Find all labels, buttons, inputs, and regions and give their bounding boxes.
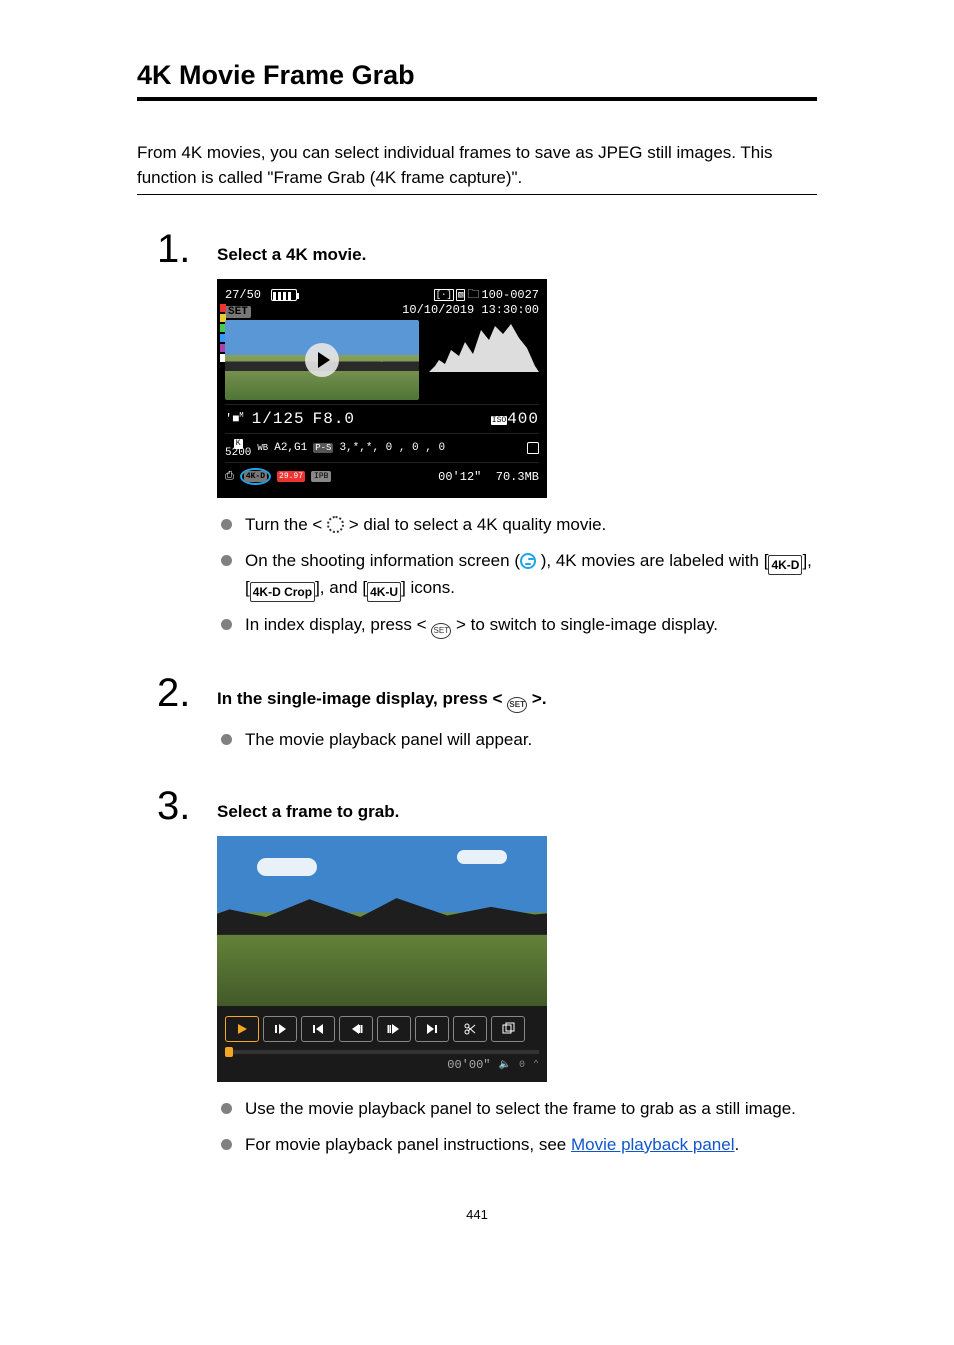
playback-panel-screenshot: MENU↩ [217,836,547,1082]
card-icon: ▧ [456,289,465,301]
step1-bullet-2: On the shooting information screen ( ), … [217,548,817,602]
play-button[interactable] [225,1016,259,1042]
iso-value: 400 [507,410,539,428]
fourk-badge-highlighted: 4K-D [240,468,271,485]
page-number: 441 [137,1207,817,1222]
step-3-number: 3. [157,784,190,829]
next-frame-button[interactable] [377,1016,411,1042]
mountain-decoration [217,884,547,935]
wb-label: WB [257,443,268,453]
sd-card-icon [527,442,539,454]
wb-shift: A2,G1 [274,442,307,454]
fourk-crop-icon: 4K-D Crop [250,582,315,602]
recording-row: ⎙ 4K-D 29.97 IPB 00'12" 70.3MB [225,462,539,490]
file-number: 100-0027 [481,288,539,302]
battery-icon [271,289,297,301]
extract-button[interactable] [491,1016,525,1042]
cloud-decoration [257,858,317,876]
step-2: 2. In the single-image display, press < … [217,689,817,753]
playback-controls: 00'00" 🔈 0 ⌃ [217,1006,547,1082]
ipb-badge: IPB [311,471,331,482]
intro-rule [137,194,817,195]
title-rule [137,97,817,101]
histogram [429,320,539,372]
aperture: F8.0 [313,410,355,428]
step1-bullet-3: In index display, press < > to switch to… [217,612,817,639]
progress-bar[interactable] [225,1050,539,1054]
volume-icon: 🔈 [499,1059,511,1071]
elapsed-time: 00'00" [447,1058,490,1072]
fourk-u-icon: 4K-U [367,582,401,602]
set-button-icon [431,623,451,639]
exposure-row: '■M 1/125 F8.0 ISO400 [225,404,539,433]
picture-style-values: 3,*,*, 0 , 0 , 0 [339,442,445,454]
send-icon: ⎙ [225,471,234,483]
step-1: 1. Select a 4K movie. 27/50 [·] ▧ 🗀 100-… [217,245,817,639]
progress-handle[interactable] [225,1047,233,1057]
image-counter: 27/50 [225,288,261,302]
picture-style-badge: P-S [313,443,333,453]
rating-icon: [·] [434,289,454,301]
step-2-title: In the single-image display, press < >. [217,689,817,713]
prev-frame-button[interactable] [339,1016,373,1042]
movie-mode-icon: '■M [225,412,244,426]
step-3: 3. Select a frame to grab. MENU↩ [217,802,817,1157]
volume-up-icon[interactable]: ⌃ [533,1059,539,1071]
step-1-number: 1. [157,227,190,272]
slow-play-button[interactable] [263,1016,297,1042]
document-page: 4K Movie Frame Grab From 4K movies, you … [67,0,887,1262]
kelvin-value: 5200 [225,449,251,457]
movie-thumbnail [225,320,419,400]
first-frame-button[interactable] [301,1016,335,1042]
page-title: 4K Movie Frame Grab [137,60,817,91]
movie-playback-panel-link[interactable]: Movie playback panel [571,1135,734,1154]
camera-info-screenshot: 27/50 [·] ▧ 🗀 100-0027 SET 10/10/2019 13… [217,279,547,498]
intro-paragraph: From 4K movies, you can select individua… [137,141,817,190]
set-badge: SET [225,306,251,318]
step-1-title: Select a 4K movie. [217,245,817,265]
movie-frame [217,836,547,1006]
steps-list: 1. Select a 4K movie. 27/50 [·] ▧ 🗀 100-… [217,245,817,1157]
play-overlay-icon [305,343,339,377]
filesize: 70.3MB [496,470,539,484]
shutter-speed: 1/125 [252,410,305,428]
volume-level: 0 [519,1060,525,1071]
step-3-title: Select a frame to grab. [217,802,817,822]
iso-label: ISO [491,416,507,425]
step1-bullet-1: Turn the < > dial to select a 4K quality… [217,512,817,538]
duration: 00'12" [438,470,481,484]
cloud-decoration [457,850,507,864]
datetime: 10/10/2019 13:30:00 [402,303,539,317]
fourk-d-icon: 4K-D [768,555,802,575]
step3-bullet-2: For movie playback panel instructions, s… [217,1132,817,1158]
step3-bullet-1: Use the movie playback panel to select t… [217,1096,817,1122]
step-2-number: 2. [157,671,190,716]
last-frame-button[interactable] [415,1016,449,1042]
fourk-badge: 4K-D [244,471,267,482]
dial-icon [327,516,344,533]
info-link-icon[interactable] [520,553,536,569]
fps-badge: 29.97 [277,471,305,482]
iso-block: ISO400 [491,410,539,428]
frame-grab-button[interactable] [453,1016,487,1042]
step2-bullet-1: The movie playback panel will appear. [217,727,817,753]
set-button-icon [507,697,527,713]
wb-row: K 5200 WB A2,G1 P-S 3,*,*, 0 , 0 , 0 [225,433,539,462]
